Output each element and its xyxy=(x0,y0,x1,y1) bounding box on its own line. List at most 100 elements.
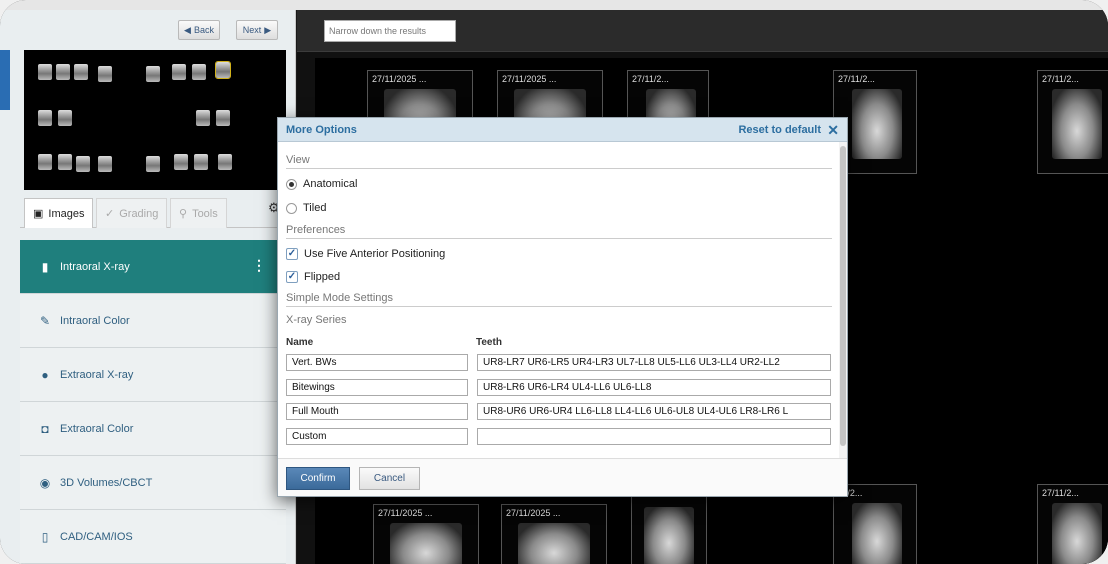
option-five-anterior[interactable]: ✓ Use Five Anterior Positioning xyxy=(286,248,445,260)
preview-thumbnail[interactable] xyxy=(56,64,70,80)
series-teeth-field[interactable] xyxy=(477,428,831,445)
tab-images[interactable]: ▣ Images xyxy=(24,198,94,228)
series-name-field[interactable]: Bitewings xyxy=(286,379,468,396)
checkbox-five-anterior[interactable]: ✓ xyxy=(286,248,298,260)
preview-thumbnail[interactable] xyxy=(146,66,160,82)
preview-thumbnail[interactable] xyxy=(192,64,206,80)
preview-thumbnail[interactable] xyxy=(98,66,112,82)
more-options-dialog: More Options Reset to default ✕ View Ana… xyxy=(277,117,848,497)
option-label: Tiled xyxy=(303,202,327,214)
tooth-icon: ▮ xyxy=(41,259,49,274)
preview-thumbnail[interactable] xyxy=(38,64,52,80)
image-date: 27/11/2025 ... xyxy=(502,74,557,84)
preview-thumbnail[interactable] xyxy=(76,156,90,172)
section-xray-series: X-ray Series xyxy=(286,314,347,326)
image-card[interactable]: 27/11/2025 ... xyxy=(501,504,607,564)
image-date: 27/11/2... xyxy=(838,74,875,84)
app-window: ◀ Back Next ▶ ▣ Images ✓ Grading ⚲ Tools… xyxy=(0,0,1108,564)
dialog-scrollbar[interactable] xyxy=(839,142,847,458)
xray-thumbnail xyxy=(1052,503,1102,564)
xray-thumbnail xyxy=(390,523,462,564)
category-label: CAD/CAM/IOS xyxy=(60,530,133,543)
back-button[interactable]: ◀ Back xyxy=(178,20,220,40)
category-list: ▮ Intraoral X-ray ⋮ ✎ Intraoral Color ● … xyxy=(20,240,286,564)
section-preferences: Preferences xyxy=(286,224,832,239)
camera-icon: ◘ xyxy=(41,421,49,436)
option-tiled[interactable]: Tiled xyxy=(286,202,326,214)
category-cad-cam-ios[interactable]: ▯ CAD/CAM/IOS xyxy=(20,510,286,564)
preview-thumbnail[interactable] xyxy=(58,110,72,126)
scrollbar-thumb[interactable] xyxy=(840,146,846,446)
category-label: Extraoral Color xyxy=(60,422,134,435)
confirm-button[interactable]: Confirm xyxy=(286,467,350,490)
image-date: 27/11/2025 ... xyxy=(506,508,561,518)
back-label: Back xyxy=(193,25,214,35)
series-name-field[interactable]: Custom xyxy=(286,428,468,445)
option-label: Anatomical xyxy=(303,178,358,190)
option-label: Flipped xyxy=(304,271,341,283)
dialog-header: More Options Reset to default ✕ xyxy=(278,118,847,142)
navigation-bar: ◀ Back Next ▶ xyxy=(10,20,286,48)
category-intraoral-color[interactable]: ✎ Intraoral Color xyxy=(20,294,286,348)
category-3d-volumes-cbct[interactable]: ◉ 3D Volumes/CBCT xyxy=(20,456,286,510)
xray-thumbnail xyxy=(1052,89,1102,159)
wrench-icon: ⚲ xyxy=(179,208,188,220)
section-simple-mode: Simple Mode Settings xyxy=(286,292,832,307)
image-date: 27/11/2... xyxy=(632,74,669,84)
image-card[interactable]: 27/11/2... xyxy=(1037,70,1108,174)
dialog-footer: Confirm Cancel xyxy=(278,458,847,496)
reset-to-default-link[interactable]: Reset to default xyxy=(738,124,821,136)
image-date: 27/11/2... xyxy=(1042,74,1079,84)
tab-grading-label: Grading xyxy=(119,207,159,220)
image-date: 27/11/2025 ... xyxy=(372,74,427,84)
radio-tiled[interactable] xyxy=(286,202,297,214)
checkbox-flipped[interactable]: ✓ xyxy=(286,271,298,283)
preview-thumbnail[interactable] xyxy=(58,154,72,170)
cancel-button[interactable]: Cancel xyxy=(359,467,420,490)
preview-thumbnail[interactable] xyxy=(194,154,208,170)
dialog-title: More Options xyxy=(286,123,357,136)
narrow-results-input[interactable]: Narrow down the results xyxy=(324,20,456,42)
preview-thumbnail[interactable] xyxy=(38,154,52,170)
category-label: Intraoral Color xyxy=(60,314,130,327)
series-teeth-field[interactable]: UR8-LR7 UR6-LR5 UR4-LR3 UL7-LL8 UL5-LL6 … xyxy=(477,354,831,371)
head-icon: ● xyxy=(41,367,49,382)
top-menu-bar xyxy=(0,0,1108,10)
preview-thumbnail[interactable] xyxy=(146,156,160,172)
category-extraoral-xray[interactable]: ● Extraoral X-ray xyxy=(20,348,286,402)
xray-thumbnail xyxy=(518,523,590,564)
preview-thumbnail[interactable] xyxy=(218,154,232,170)
preview-thumbnail[interactable] xyxy=(174,154,188,170)
xray-thumbnail xyxy=(644,507,694,564)
image-card[interactable]: 27/11/2025 ... xyxy=(373,504,479,564)
preview-thumbnail[interactable] xyxy=(216,110,230,126)
next-button[interactable]: Next ▶ xyxy=(236,20,278,40)
preview-thumbnail[interactable] xyxy=(172,64,186,80)
preview-thumbnail[interactable] xyxy=(74,64,88,80)
preview-thumbnail[interactable] xyxy=(98,156,112,172)
preview-thumbnail[interactable] xyxy=(38,110,52,126)
category-intraoral-xray[interactable]: ▮ Intraoral X-ray ⋮ xyxy=(20,240,286,294)
left-edge-accent xyxy=(0,50,10,110)
category-extraoral-color[interactable]: ◘ Extraoral Color xyxy=(20,402,286,456)
series-teeth-field[interactable]: UR8-LR6 UR6-LR4 UL4-LL6 UL6-LL8 xyxy=(477,379,831,396)
close-icon[interactable]: ✕ xyxy=(827,122,839,139)
check-icon: ✓ xyxy=(105,208,115,220)
series-name-field[interactable]: Full Mouth xyxy=(286,403,468,420)
option-flipped[interactable]: ✓ Flipped xyxy=(286,271,340,283)
kebab-menu-icon[interactable]: ⋮ xyxy=(252,257,266,274)
tab-grading[interactable]: ✓ Grading xyxy=(96,198,168,228)
image-card[interactable] xyxy=(631,494,707,564)
series-teeth-field[interactable]: UR8-UR6 UR6-UR4 LL6-LL8 LL4-LL6 UL6-UL8 … xyxy=(477,403,831,420)
preview-thumbnail-selected[interactable] xyxy=(215,61,231,79)
image-icon: ▣ xyxy=(33,208,44,220)
tooth-chart-preview[interactable] xyxy=(24,50,286,190)
image-date: 27/11/2... xyxy=(1042,488,1079,498)
option-anatomical[interactable]: Anatomical xyxy=(286,178,357,190)
series-name-field[interactable]: Vert. BWs xyxy=(286,354,468,371)
radio-anatomical[interactable] xyxy=(286,178,297,190)
tab-tools[interactable]: ⚲ Tools xyxy=(170,198,227,228)
preview-thumbnail[interactable] xyxy=(196,110,210,126)
image-card[interactable]: 27/11/2... xyxy=(1037,484,1108,564)
tab-tools-label: Tools xyxy=(192,207,218,220)
